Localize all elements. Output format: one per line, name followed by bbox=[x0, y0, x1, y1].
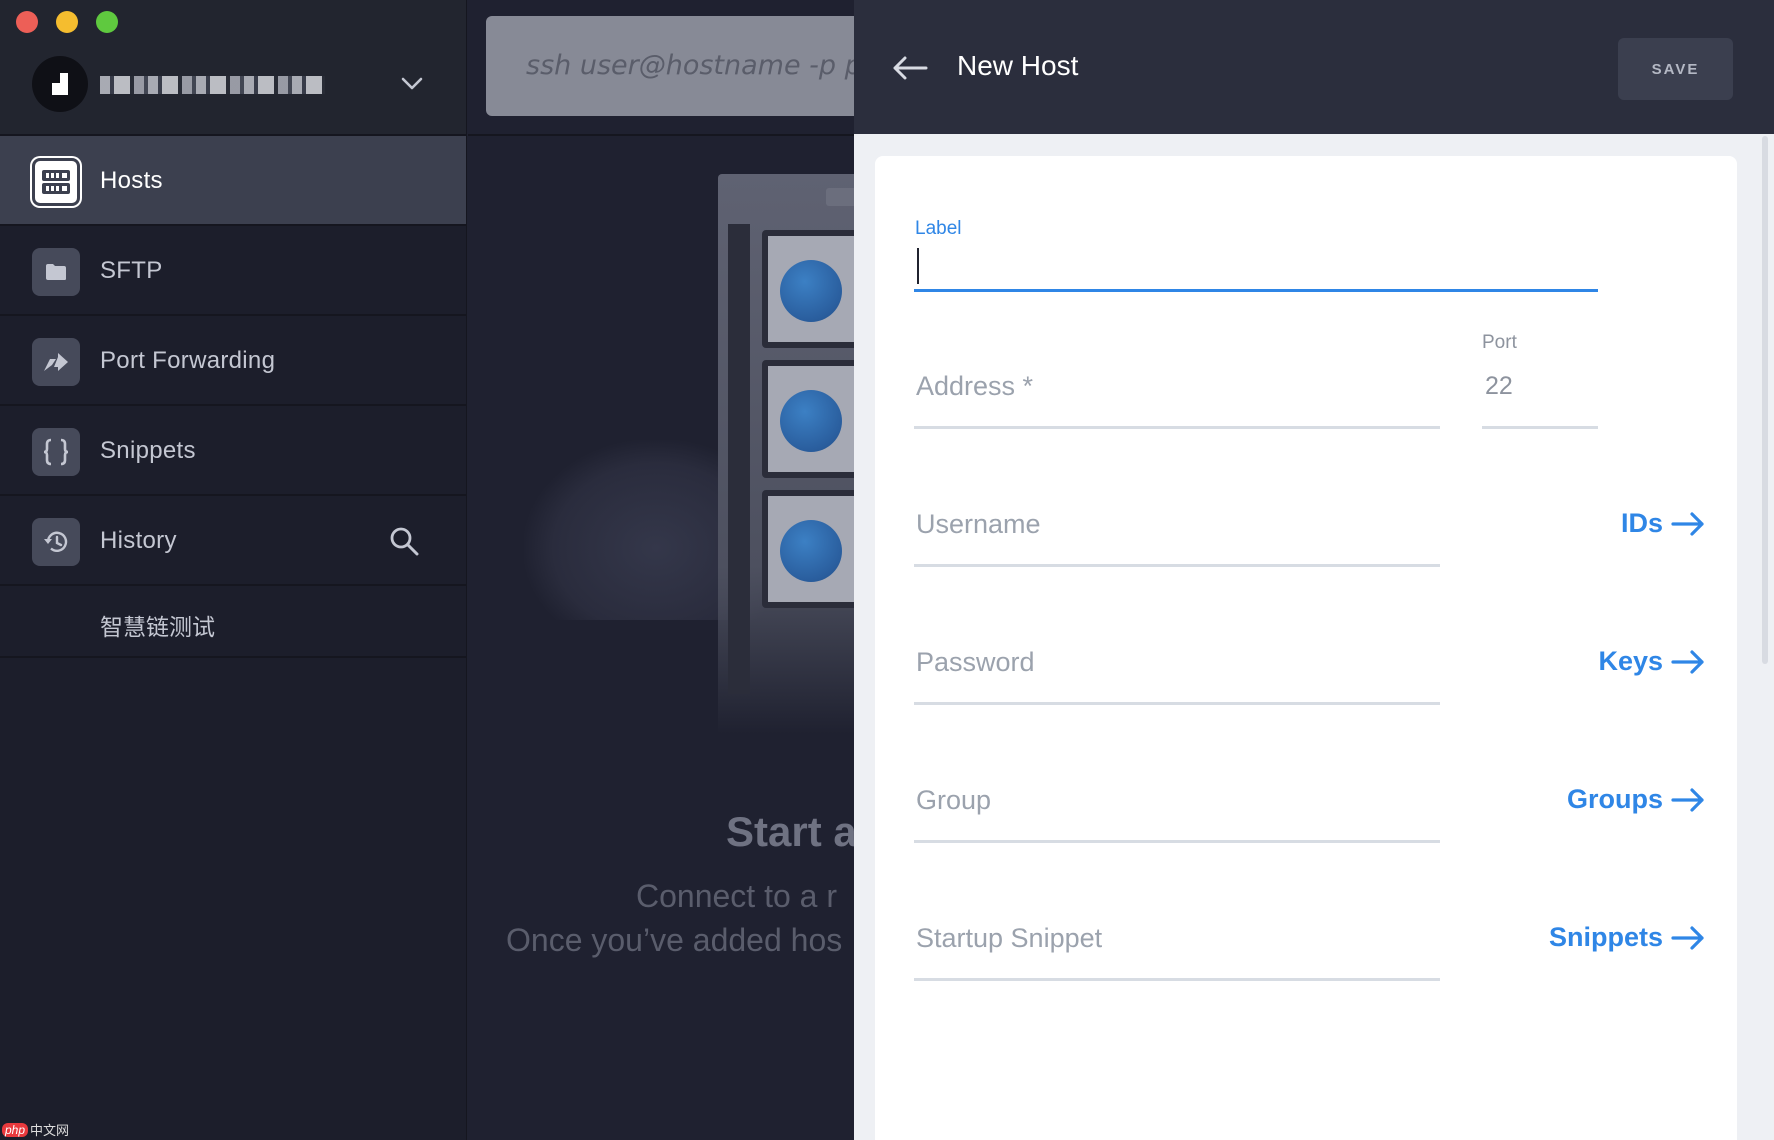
empty-state-text: Connect to a r bbox=[636, 878, 837, 914]
rack-rail bbox=[728, 224, 750, 694]
watermark-text: 中文网 bbox=[30, 1124, 70, 1139]
empty-state-title: Start a bbox=[726, 808, 854, 855]
group-underline bbox=[914, 840, 1440, 843]
keys-link-button[interactable]: Keys bbox=[1598, 646, 1705, 677]
server-unit bbox=[762, 490, 854, 608]
sidebar-nav: Hosts SFTP Port Forwarding Snippets Hist… bbox=[0, 136, 466, 586]
back-arrow-icon[interactable] bbox=[890, 48, 930, 88]
sidebar-header bbox=[0, 0, 466, 136]
groups-link-button[interactable]: Groups bbox=[1567, 784, 1705, 815]
label-field-label: Label bbox=[915, 218, 962, 239]
port-field[interactable]: 22 bbox=[1485, 372, 1513, 401]
startup-snippet-field[interactable]: Startup Snippet bbox=[916, 923, 1102, 954]
group-field[interactable]: Group bbox=[916, 785, 991, 816]
folder-icon bbox=[32, 248, 80, 296]
panel-header: New Host SAVE bbox=[854, 0, 1774, 134]
port-forwarding-icon bbox=[32, 338, 80, 386]
startup-snippet-underline bbox=[914, 978, 1440, 981]
zoom-window-button[interactable] bbox=[96, 11, 118, 33]
arrow-right-icon bbox=[1671, 511, 1704, 536]
sidebar-item-sftp[interactable]: SFTP bbox=[0, 226, 466, 316]
password-field[interactable]: Password bbox=[916, 647, 1035, 678]
server-unit bbox=[762, 230, 854, 348]
divider bbox=[468, 134, 854, 136]
empty-state-illustration bbox=[524, 170, 854, 734]
server-rack-graphic bbox=[718, 174, 854, 734]
watermark: php 中文网 bbox=[2, 1120, 69, 1139]
arrow-right-icon bbox=[1671, 649, 1704, 674]
sidebar-item-label: Hosts bbox=[100, 167, 163, 194]
history-entry[interactable]: 智慧链测试 bbox=[0, 586, 466, 658]
sidebar-item-label: History bbox=[100, 527, 177, 554]
chevron-down-icon[interactable] bbox=[398, 70, 426, 98]
panel-title: New Host bbox=[957, 50, 1079, 81]
text-caret bbox=[917, 248, 919, 284]
minimize-window-button[interactable] bbox=[56, 11, 78, 33]
password-underline bbox=[914, 702, 1440, 705]
sidebar-item-label: SFTP bbox=[100, 257, 163, 284]
quick-connect-input[interactable]: ssh user@hostname -p port bbox=[486, 16, 854, 116]
disc-graphic bbox=[780, 390, 842, 452]
host-form-card: Label Address * Port 22 Username IDs Pas… bbox=[875, 156, 1737, 1140]
sidebar: Hosts SFTP Port Forwarding Snippets Hist… bbox=[0, 0, 467, 1140]
snippets-link-label: Snippets bbox=[1548, 922, 1663, 952]
window-controls bbox=[16, 11, 118, 33]
server-unit bbox=[762, 360, 854, 478]
sidebar-item-label: Snippets bbox=[100, 437, 196, 464]
username-field[interactable]: Username bbox=[916, 509, 1041, 540]
username-underline bbox=[914, 564, 1440, 567]
ids-link-label: IDs bbox=[1620, 508, 1663, 538]
groups-link-label: Groups bbox=[1566, 784, 1663, 814]
sidebar-item-label: Port Forwarding bbox=[100, 347, 276, 374]
rack-top bbox=[826, 188, 854, 206]
history-icon bbox=[32, 518, 80, 566]
braces-icon bbox=[32, 428, 80, 476]
arrow-right-icon bbox=[1671, 787, 1704, 812]
history-entry-label: 智慧链测试 bbox=[100, 615, 215, 641]
sidebar-item-port-forwarding[interactable]: Port Forwarding bbox=[0, 316, 466, 406]
sidebar-item-history[interactable]: History bbox=[0, 496, 466, 586]
address-underline bbox=[914, 426, 1440, 429]
arrow-right-icon bbox=[1671, 925, 1704, 950]
new-host-panel: New Host SAVE Label Address * Port 22 Us… bbox=[854, 0, 1774, 1140]
app-logo-icon bbox=[52, 73, 68, 95]
port-underline bbox=[1482, 426, 1598, 429]
disc-graphic bbox=[780, 520, 842, 582]
search-icon[interactable] bbox=[386, 523, 422, 559]
address-field[interactable]: Address * bbox=[916, 371, 1033, 402]
close-window-button[interactable] bbox=[16, 11, 38, 33]
keys-link-label: Keys bbox=[1598, 646, 1663, 676]
empty-state-text: Once you’ve added hos bbox=[506, 922, 843, 958]
account-name-redacted bbox=[100, 76, 325, 94]
server-icon bbox=[32, 158, 80, 206]
hosts-main-area: ssh user@hostname -p port Start a Connec… bbox=[468, 0, 854, 1140]
watermark-brand: php bbox=[2, 1122, 29, 1137]
disc-graphic bbox=[780, 260, 842, 322]
sidebar-item-snippets[interactable]: Snippets bbox=[0, 406, 466, 496]
snippets-link-button[interactable]: Snippets bbox=[1549, 922, 1705, 953]
scrollbar[interactable] bbox=[1762, 136, 1768, 664]
ids-link-button[interactable]: IDs bbox=[1621, 508, 1705, 539]
label-field-underline bbox=[914, 289, 1598, 292]
label-field[interactable] bbox=[915, 246, 1599, 286]
sidebar-item-hosts[interactable]: Hosts bbox=[0, 136, 466, 226]
app-window: Hosts SFTP Port Forwarding Snippets Hist… bbox=[0, 0, 1774, 1140]
save-button[interactable]: SAVE bbox=[1618, 38, 1733, 100]
port-field-label: Port bbox=[1482, 332, 1517, 353]
account-avatar[interactable] bbox=[32, 56, 88, 112]
